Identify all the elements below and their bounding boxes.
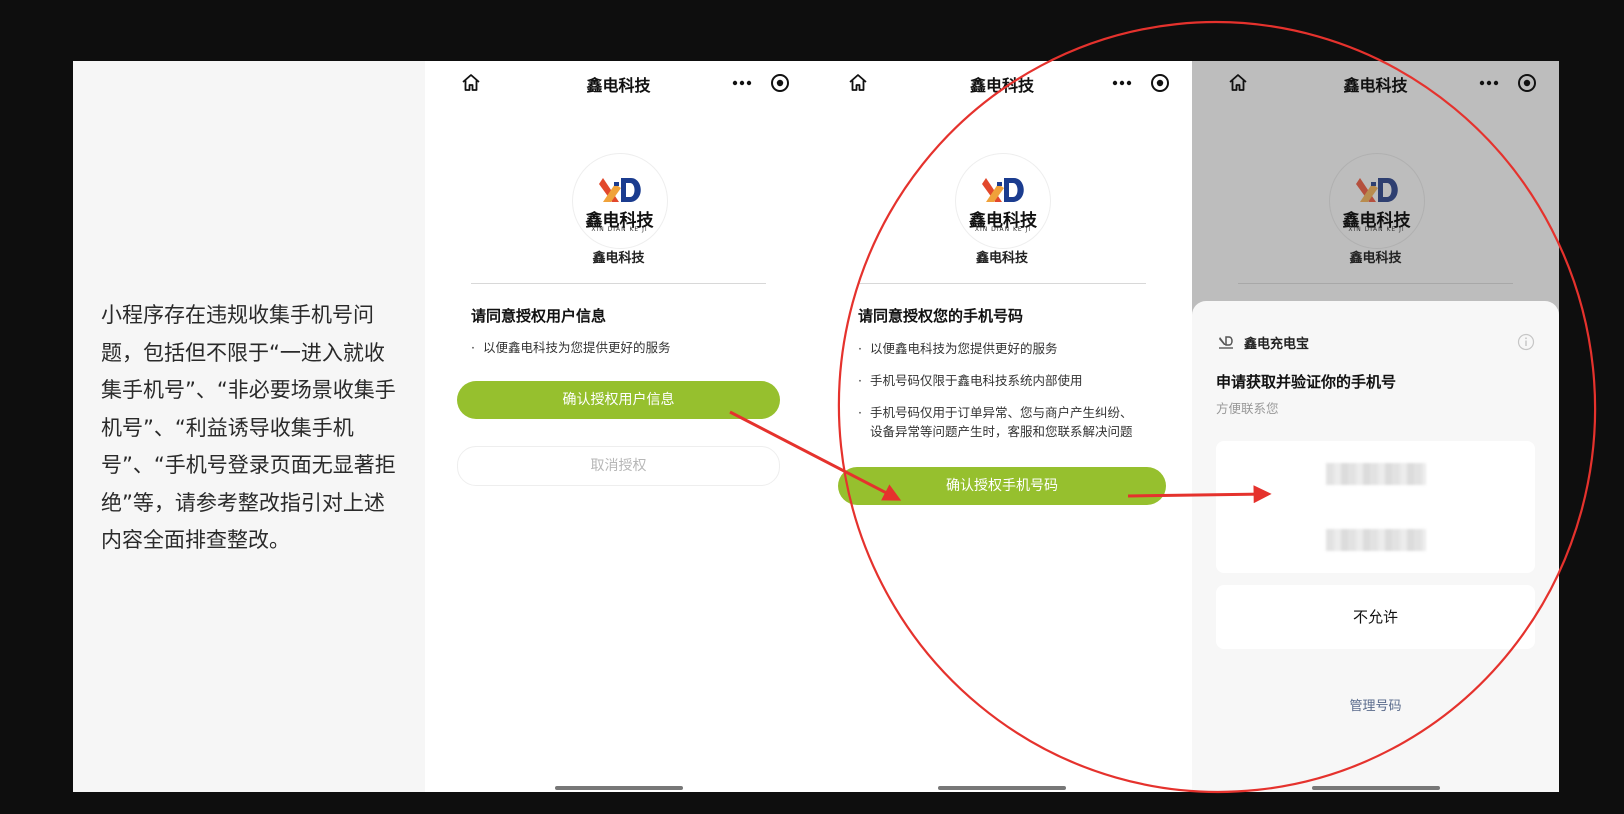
divider [471, 283, 766, 284]
brand-logo: 鑫电科技 XIN DIAN KE JI [571, 153, 668, 249]
phone-number-list [1216, 441, 1535, 573]
masked-phone-number [1325, 529, 1426, 551]
canvas: 小程序存在违规收集手机号问题，包括但不限于“一进入就收集手机号”、“非必要场景收… [73, 61, 1559, 792]
confirm-phone-number-button[interactable]: 确认授权手机号码 [838, 467, 1166, 505]
cancel-authorization-button[interactable]: 取消授权 [457, 446, 780, 486]
close-icon[interactable] [768, 71, 792, 95]
navbar: 鑫电科技 [812, 61, 1192, 105]
more-icon[interactable] [1477, 71, 1501, 95]
navbar: 鑫电科技 [425, 61, 812, 105]
confirm-user-info-button[interactable]: 确认授权用户信息 [457, 381, 780, 419]
logo-pinyin-text: XIN DIAN KE JI [974, 226, 1032, 233]
info-icon[interactable] [1517, 333, 1535, 351]
navbar: 鑫电科技 [1192, 61, 1559, 105]
app-logo-icon [1219, 336, 1233, 349]
more-icon[interactable] [1110, 71, 1134, 95]
logo-pinyin-text: XIN DIAN KE JI [1348, 226, 1405, 233]
nav-title: 鑫电科技 [1343, 76, 1408, 95]
phone-screen-phone-number: 鑫电科技 鑫电科技 XIN DIAN KE JI 鑫电科技 请同意授权您的手机号… [812, 61, 1192, 792]
deny-button[interactable]: 不允许 [1216, 585, 1535, 649]
sheet-subtitle: 方便联系您 [1216, 401, 1279, 416]
bullet-item: · 手机号码仅限于鑫电科技系统内部使用 [858, 373, 1083, 388]
rectification-note: 小程序存在违规收集手机号问题，包括但不限于“一进入就收集手机号”、“非必要场景收… [101, 303, 396, 552]
section-title: 请同意授权用户信息 [471, 307, 607, 325]
phone-screen-system-sheet: 鑫电科技 鑫电科技 XIN DIAN KE JI 鑫电科技 鑫电充电宝 申请获取… [1192, 61, 1559, 792]
logo-pinyin-text: XIN DIAN KE JI [591, 226, 648, 233]
app-name: 鑫电科技 [592, 251, 645, 266]
bullet-item: · 以便鑫电科技为您提供更好的服务 [858, 341, 1058, 356]
divider [858, 283, 1146, 284]
brand-logo: 鑫电科技 XIN DIAN KE JI [1328, 153, 1425, 249]
divider [1238, 283, 1513, 284]
brand-logo: 鑫电科技 XIN DIAN KE JI [955, 153, 1051, 249]
phone-number-option[interactable] [1216, 507, 1535, 573]
bullet-item: · 手机号码仅用于订单异常、您与商户产生纠纷、 [858, 405, 1133, 420]
bullet-item-continued: 设备异常等问题产生时，客服和您联系解决问题 [870, 424, 1133, 439]
nav-title: 鑫电科技 [969, 76, 1034, 95]
home-indicator [1311, 786, 1440, 790]
phone-screen-user-info: 鑫电科技 鑫电科技 XIN DIAN KE JI 鑫电科技 请同意授权用户信息 … [425, 61, 812, 792]
close-icon[interactable] [1515, 71, 1539, 95]
close-icon[interactable] [1148, 71, 1172, 95]
more-icon[interactable] [730, 71, 754, 95]
logo-mark-icon [598, 178, 641, 202]
section-title: 请同意授权您的手机号码 [858, 307, 1024, 325]
masked-phone-number [1325, 463, 1426, 485]
phone-permission-sheet: 鑫电充电宝 申请获取并验证你的手机号 方便联系您 不允许 管理号码 [1192, 301, 1559, 792]
app-name: 鑫电科技 [975, 251, 1028, 266]
manage-numbers-link[interactable]: 管理号码 [1192, 695, 1559, 714]
sheet-app-name: 鑫电充电宝 [1244, 337, 1310, 352]
phone-number-option[interactable] [1216, 441, 1535, 507]
home-indicator [554, 786, 683, 790]
logo-mark-icon [982, 178, 1024, 202]
home-indicator [938, 786, 1066, 790]
logo-mark-icon [1355, 178, 1398, 202]
app-name: 鑫电科技 [1349, 251, 1402, 266]
sheet-title: 申请获取并验证你的手机号 [1216, 373, 1397, 391]
bullet-item: · 以便鑫电科技为您提供更好的服务 [471, 340, 671, 355]
